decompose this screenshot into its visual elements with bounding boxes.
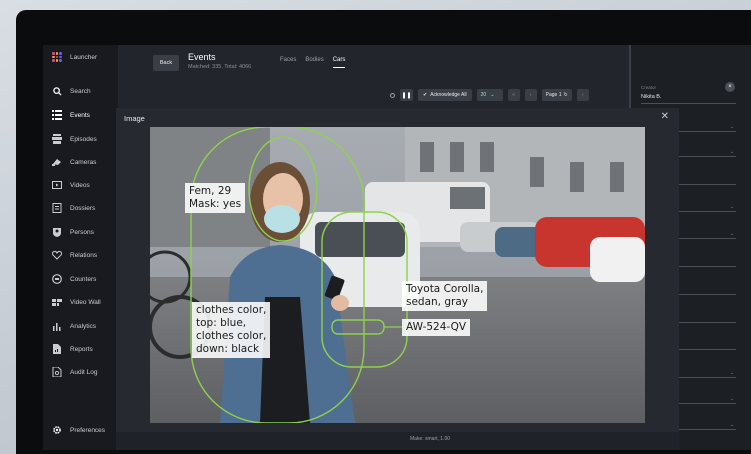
clear-filter-icon[interactable]: × [725, 82, 735, 92]
close-icon[interactable]: ✕ [661, 111, 669, 122]
sidebar-item-audit-log[interactable]: Audit Log [43, 363, 118, 381]
sidebar-item-label: Reports [70, 345, 93, 353]
audit-log-icon [52, 367, 62, 377]
image-modal: Image ✕ Fem, 29 Mask: yes clothes color,… [116, 108, 679, 445]
gear-icon [52, 425, 62, 435]
dossier-icon [52, 203, 62, 213]
chevron-down-icon: ⌄ [730, 396, 735, 402]
double-chevron-left-icon: « [512, 92, 516, 98]
filter-underline [641, 103, 736, 104]
footer-bar [116, 432, 679, 450]
analytics-icon [52, 321, 62, 331]
person-icon [52, 227, 62, 237]
page-size-value: 20 [480, 92, 487, 98]
tab-faces[interactable]: Faces [280, 57, 296, 63]
launcher-grid-icon [52, 52, 62, 62]
license-plate-label: AW-524-QV [402, 319, 471, 336]
chevron-left-icon: ‹ [529, 92, 532, 98]
events-count: Matched: 335, Total: 4066 [188, 64, 252, 70]
sidebar-item-label: Video Wall [70, 298, 101, 306]
camera-icon [52, 157, 62, 167]
next-page-button[interactable]: › [576, 89, 589, 101]
counter-icon [52, 274, 62, 284]
sidebar-item-analytics[interactable]: Analytics [43, 317, 118, 335]
live-indicator-icon[interactable] [390, 92, 395, 98]
first-page-button[interactable]: « [507, 89, 520, 101]
sidebar-item-label: Cameras [70, 158, 97, 166]
sidebar-item-events[interactable]: Events [43, 106, 118, 124]
person-attributes-label: Fem, 29 Mask: yes [185, 183, 246, 213]
events-header: Back Events Matched: 335, Total: 4066 Fa… [118, 45, 630, 113]
chevron-down-icon: ⌄ [730, 124, 735, 130]
chevron-down-icon: ⌄ [730, 231, 735, 237]
episodes-icon [52, 134, 62, 144]
tab-cars[interactable]: Cars [332, 57, 345, 68]
events-icon [52, 110, 62, 120]
sidebar-item-label: Relations [70, 251, 98, 259]
chevron-down-icon: ⌄ [730, 370, 735, 376]
sidebar-item-label: Analytics [70, 322, 97, 330]
video-wall-icon [52, 297, 62, 307]
sidebar-item-label: Search [70, 87, 91, 95]
sidebar-item-label: Preferences [70, 426, 106, 434]
pause-button[interactable]: ❚❚ [400, 89, 413, 101]
footer-info: Make: smart, 1.00 [410, 436, 451, 442]
chevron-down-icon: ⌄ [730, 149, 735, 155]
sidebar-item-label: Videos [70, 181, 90, 189]
prev-page-button[interactable]: ‹ [524, 89, 537, 101]
event-tabs: Faces Bodies Cars [280, 57, 345, 68]
chevron-right-icon: › [581, 92, 584, 98]
app-screen: Launcher Search Events Episodes Cameras … [43, 45, 751, 450]
sidebar-item-label: Episodes [70, 135, 97, 143]
refresh-icon: ↻ [563, 92, 568, 98]
chevron-down-icon: ⌄ [490, 92, 495, 98]
sidebar-item-search[interactable]: Search [43, 82, 118, 100]
creator-filter-value[interactable]: Nikita B. [641, 94, 661, 100]
relations-icon [52, 250, 62, 260]
modal-title: Image [124, 114, 145, 123]
page-size-select[interactable]: 20 ⌄ [476, 89, 503, 101]
sidebar-item-reports[interactable]: Reports [43, 340, 118, 358]
video-icon [52, 180, 62, 190]
search-icon [52, 86, 62, 96]
sidebar-item-label: Counters [70, 275, 97, 283]
sidebar-item-persons[interactable]: Persons [43, 223, 118, 241]
event-photo: Fem, 29 Mask: yes clothes color, top: bl… [150, 127, 645, 423]
pause-icon: ❚❚ [401, 92, 412, 99]
acknowledge-label: Acknowledge All [430, 92, 467, 98]
back-button[interactable]: Back [153, 55, 179, 71]
sidebar-item-counters[interactable]: Counters [43, 270, 118, 288]
toolbar: ❚❚ ✔ Acknowledge All 20 ⌄ « ‹ Page 1 ↻ › [390, 89, 589, 101]
clothes-attributes-label: clothes color, top: blue, clothes color,… [192, 302, 271, 358]
page-indicator[interactable]: Page 1 ↻ [541, 89, 572, 101]
sidebar-item-label: Dossiers [70, 204, 96, 212]
page-label: Page 1 [545, 92, 562, 98]
event-photo-scene [150, 127, 645, 423]
sidebar-item-cameras[interactable]: Cameras [43, 153, 118, 171]
sidebar-item-label: Launcher [70, 53, 98, 61]
sidebar-item-label: Persons [70, 228, 94, 236]
car-attributes-label: Toyota Corolla, sedan, gray [402, 281, 488, 311]
sidebar-item-dossiers[interactable]: Dossiers [43, 199, 118, 217]
acknowledge-all-button[interactable]: ✔ Acknowledge All [418, 89, 472, 101]
sidebar-item-label: Events [70, 111, 90, 119]
chevron-down-icon: ⌄ [730, 204, 735, 210]
check-icon: ✔ [423, 92, 428, 98]
chevron-down-icon: ⌄ [730, 422, 735, 428]
sidebar-item-relations[interactable]: Relations [43, 246, 118, 264]
creator-filter-label: Creator [641, 85, 657, 90]
sidebar-item-episodes[interactable]: Episodes [43, 130, 118, 148]
sidebar-item-label: Audit Log [70, 368, 98, 376]
sidebar-item-preferences[interactable]: Preferences [43, 421, 118, 439]
sidebar-item-video-wall[interactable]: Video Wall [43, 293, 118, 311]
page-title: Events [188, 52, 216, 62]
device-frame: Launcher Search Events Episodes Cameras … [16, 10, 751, 454]
sidebar-item-launcher[interactable]: Launcher [43, 48, 118, 66]
sidebar: Launcher Search Events Episodes Cameras … [43, 45, 118, 450]
report-icon [52, 344, 62, 354]
sidebar-item-videos[interactable]: Videos [43, 176, 118, 194]
tab-bodies[interactable]: Bodies [305, 57, 323, 63]
